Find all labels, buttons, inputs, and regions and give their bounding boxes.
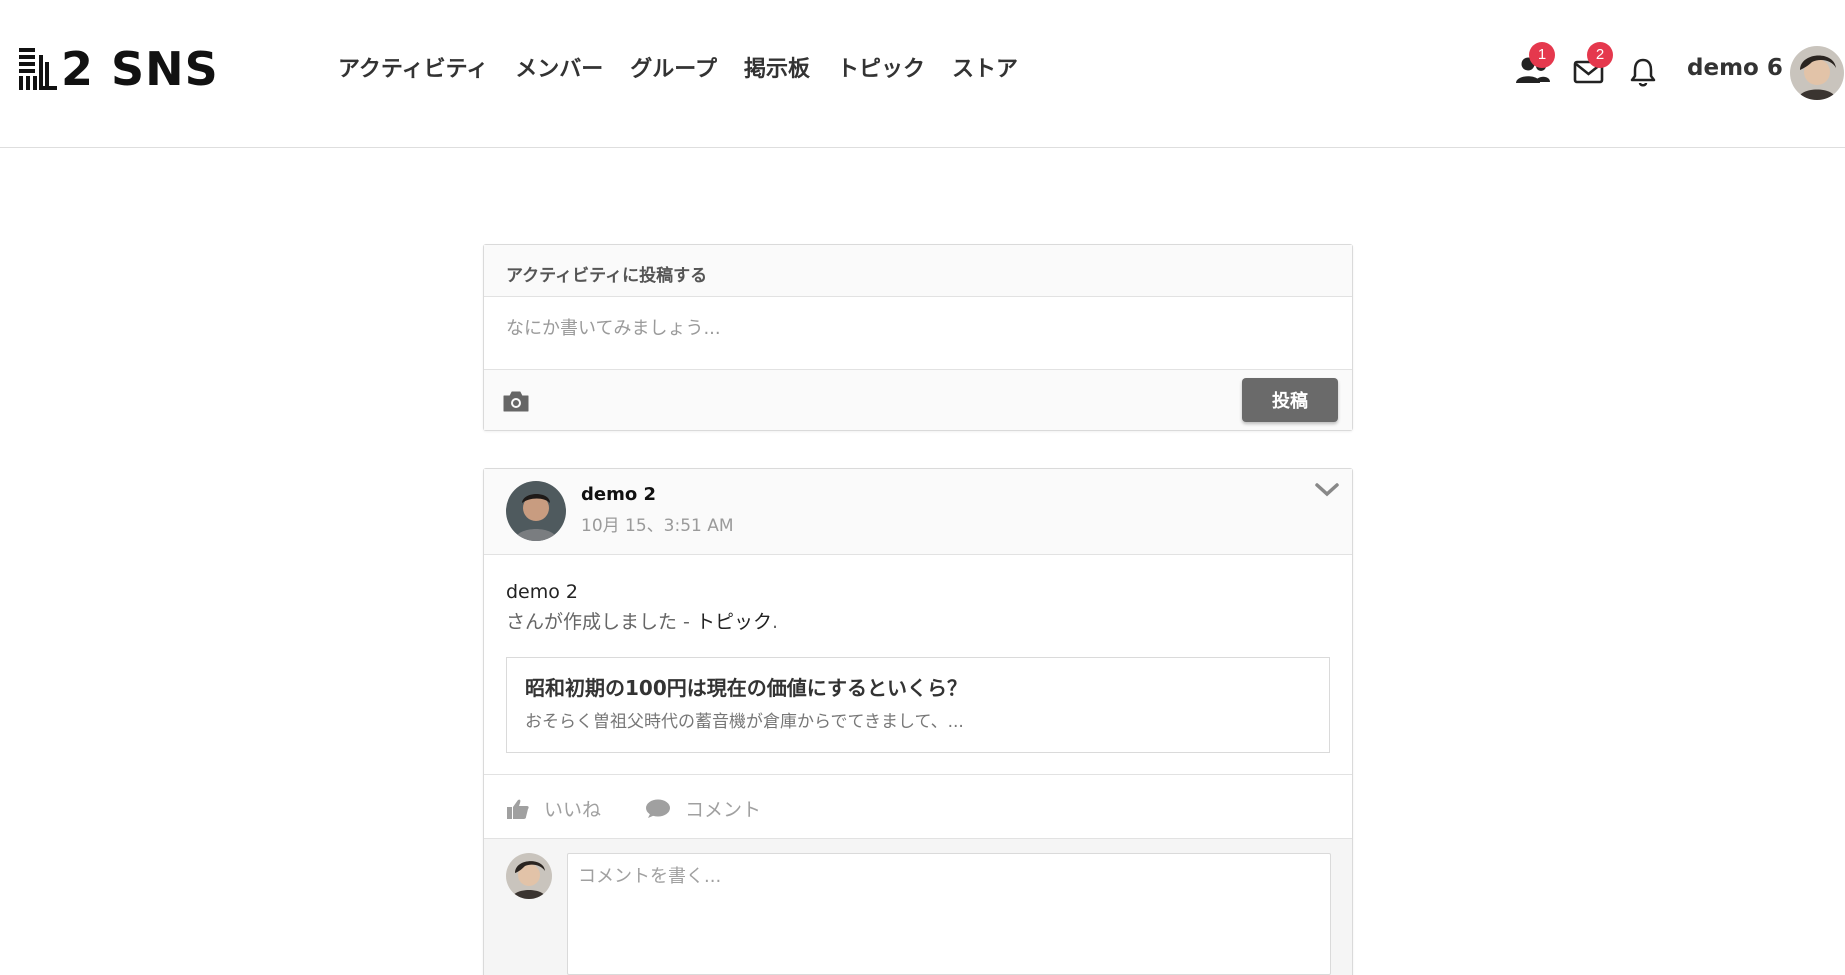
activity-description: さんが作成しました - トピック.	[506, 607, 1330, 637]
friend-requests-button[interactable]: 1	[1515, 42, 1555, 86]
activity-author-line[interactable]: demo 2	[506, 577, 1330, 607]
topic-excerpt: おそらく曽祖父時代の蓄音機が倉庫からでてきまして、...	[525, 712, 964, 732]
composer-heading: アクティビティに投稿する	[484, 245, 1352, 297]
bell-icon	[1630, 58, 1656, 87]
site-header: 2 SNS アクティビティ メンバー グループ 掲示板 トピック ストア 1 2	[0, 0, 1845, 148]
notifications-button[interactable]	[1628, 56, 1662, 87]
messages-button[interactable]: 2	[1573, 42, 1613, 86]
commenter-avatar	[506, 853, 552, 899]
activity-item: demo 2 10月 15、3:51 AM demo 2 さんが作成しました -…	[483, 468, 1353, 975]
header-actions: 1 2 demo 6	[1515, 42, 1845, 100]
site-logo[interactable]: 2 SNS	[19, 46, 219, 92]
topic-preview[interactable]: 昭和初期の100円は現在の価値にするといくら？ おそらく曽祖父時代の蓄音機が倉庫…	[506, 657, 1330, 753]
current-username[interactable]: demo 6	[1687, 55, 1783, 81]
current-user-avatar[interactable]	[1790, 46, 1844, 100]
activity-header: demo 2 10月 15、3:51 AM	[484, 469, 1352, 555]
comment-area: コメントを書く...	[484, 839, 1352, 975]
camera-icon[interactable]	[502, 390, 530, 412]
author-avatar[interactable]	[506, 481, 566, 541]
nav-item-groups[interactable]: グループ	[630, 55, 717, 85]
post-button[interactable]: 投稿	[1242, 378, 1338, 422]
nav-item-members[interactable]: メンバー	[515, 55, 603, 85]
activity-suffix: .	[771, 611, 778, 633]
activity-text: さんが作成しました -	[506, 611, 696, 633]
activity-timestamp: 10月 15、3:51 AM	[581, 516, 734, 536]
like-label: いいね	[544, 799, 602, 821]
nav-item-store[interactable]: ストア	[952, 55, 1018, 85]
post-composer: アクティビティに投稿する なにか書いてみましょう... 投稿	[483, 244, 1353, 431]
nav-item-forums[interactable]: 掲示板	[744, 55, 810, 85]
post-input[interactable]: なにか書いてみましょう...	[484, 297, 1352, 370]
nav-item-activity[interactable]: アクティビティ	[338, 55, 488, 85]
like-button[interactable]: いいね	[506, 795, 601, 822]
logo-text: 2 SNS	[61, 42, 219, 96]
activity-body: demo 2 さんが作成しました - トピック. 昭和初期の100円は現在の価値…	[484, 555, 1352, 775]
thumbs-up-icon	[507, 799, 529, 819]
logo-mark-icon	[19, 48, 57, 90]
activity-actions: いいね コメント	[484, 775, 1352, 839]
nav-item-topics[interactable]: トピック	[837, 55, 925, 85]
chevron-down-icon[interactable]	[1314, 481, 1340, 499]
topic-link[interactable]: トピック	[696, 611, 772, 633]
messages-badge: 2	[1587, 42, 1613, 68]
composer-footer: 投稿	[484, 370, 1352, 430]
friend-requests-badge: 1	[1529, 42, 1555, 68]
comment-button[interactable]: コメント	[645, 795, 761, 822]
comment-input[interactable]: コメントを書く...	[567, 853, 1331, 975]
comment-bubble-icon	[646, 799, 670, 818]
main-nav: アクティビティ メンバー グループ 掲示板 トピック ストア	[338, 55, 1045, 85]
author-name[interactable]: demo 2	[581, 484, 656, 505]
topic-title[interactable]: 昭和初期の100円は現在の価値にするといくら？	[525, 674, 1311, 702]
comment-label: コメント	[685, 799, 762, 821]
